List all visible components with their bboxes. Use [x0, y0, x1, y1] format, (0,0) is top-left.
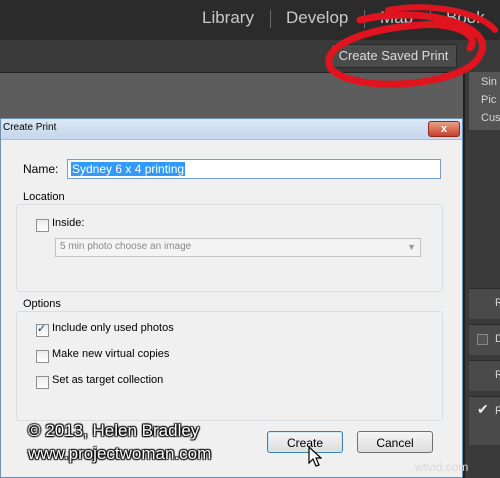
- target-collection-label: Set as target collection: [52, 374, 164, 386]
- include-used-photos-checkbox[interactable]: ✓: [36, 323, 49, 337]
- name-input[interactable]: Sydney 6 x 4 printing: [67, 159, 441, 179]
- site-watermark: wtvid.com: [415, 460, 469, 474]
- create-saved-print-button[interactable]: Create Saved Print: [330, 44, 457, 68]
- module-library[interactable]: Library: [202, 8, 254, 28]
- collection-select[interactable]: 5 min photo choose an image ▼: [55, 238, 421, 257]
- right-panel: Sin Pic Cus R D R ✔ R: [463, 72, 500, 478]
- copyright-watermark: © 2013, Helen Bradley: [28, 421, 200, 440]
- mouse-cursor-icon: [308, 446, 322, 467]
- target-collection-checkbox[interactable]: [36, 376, 49, 389]
- module-book[interactable]: Book: [446, 8, 485, 28]
- close-button[interactable]: x: [428, 121, 460, 137]
- module-develop[interactable]: Develop: [286, 8, 348, 28]
- panel-row[interactable]: D: [469, 324, 500, 355]
- create-button[interactable]: Create: [267, 431, 343, 453]
- check-icon: ✔: [477, 401, 489, 417]
- layout-style-picture[interactable]: Pic: [481, 94, 496, 106]
- cancel-button[interactable]: Cancel: [357, 431, 433, 453]
- location-group-label: Location: [21, 191, 67, 203]
- layout-style-single[interactable]: Sin: [481, 76, 497, 88]
- inside-label: Inside:: [52, 217, 85, 229]
- panel-row-checkbox[interactable]: [477, 334, 488, 345]
- print-toolbar: Create Saved Print: [0, 40, 500, 73]
- name-input-value: Sydney 6 x 4 printing: [71, 162, 186, 176]
- chevron-down-icon: ▼: [407, 242, 416, 252]
- website-watermark: www.projectwoman.com: [28, 444, 212, 463]
- virtual-copies-label: Make new virtual copies: [52, 348, 170, 360]
- panel-row-label: D: [495, 333, 500, 345]
- module-bar: Library Develop Map Book: [0, 0, 500, 40]
- panel-row-label: R: [495, 405, 500, 417]
- dialog-titlebar[interactable]: Create Print x: [1, 119, 462, 140]
- panel-row[interactable]: R: [469, 360, 500, 391]
- panel-row[interactable]: R: [469, 288, 500, 319]
- inside-checkbox[interactable]: [36, 219, 49, 232]
- virtual-copies-checkbox[interactable]: [36, 350, 49, 363]
- module-separator: [430, 10, 431, 28]
- collection-select-value: 5 min photo choose an image: [60, 241, 192, 252]
- panel-row-label: R: [495, 297, 500, 309]
- layout-style-custom[interactable]: Cus: [481, 112, 500, 124]
- name-label: Name:: [23, 162, 59, 176]
- panel-row-label: R: [495, 369, 500, 381]
- check-icon: ✓: [37, 323, 47, 335]
- module-separator: [270, 10, 271, 28]
- include-used-photos-label: Include only used photos: [52, 322, 174, 334]
- dialog-title: Create Print: [3, 122, 57, 133]
- panel-row[interactable]: ✔ R: [469, 396, 500, 445]
- options-group-label: Options: [21, 298, 63, 310]
- module-map[interactable]: Map: [380, 8, 413, 28]
- close-icon: x: [440, 123, 448, 135]
- module-separator: [364, 10, 365, 28]
